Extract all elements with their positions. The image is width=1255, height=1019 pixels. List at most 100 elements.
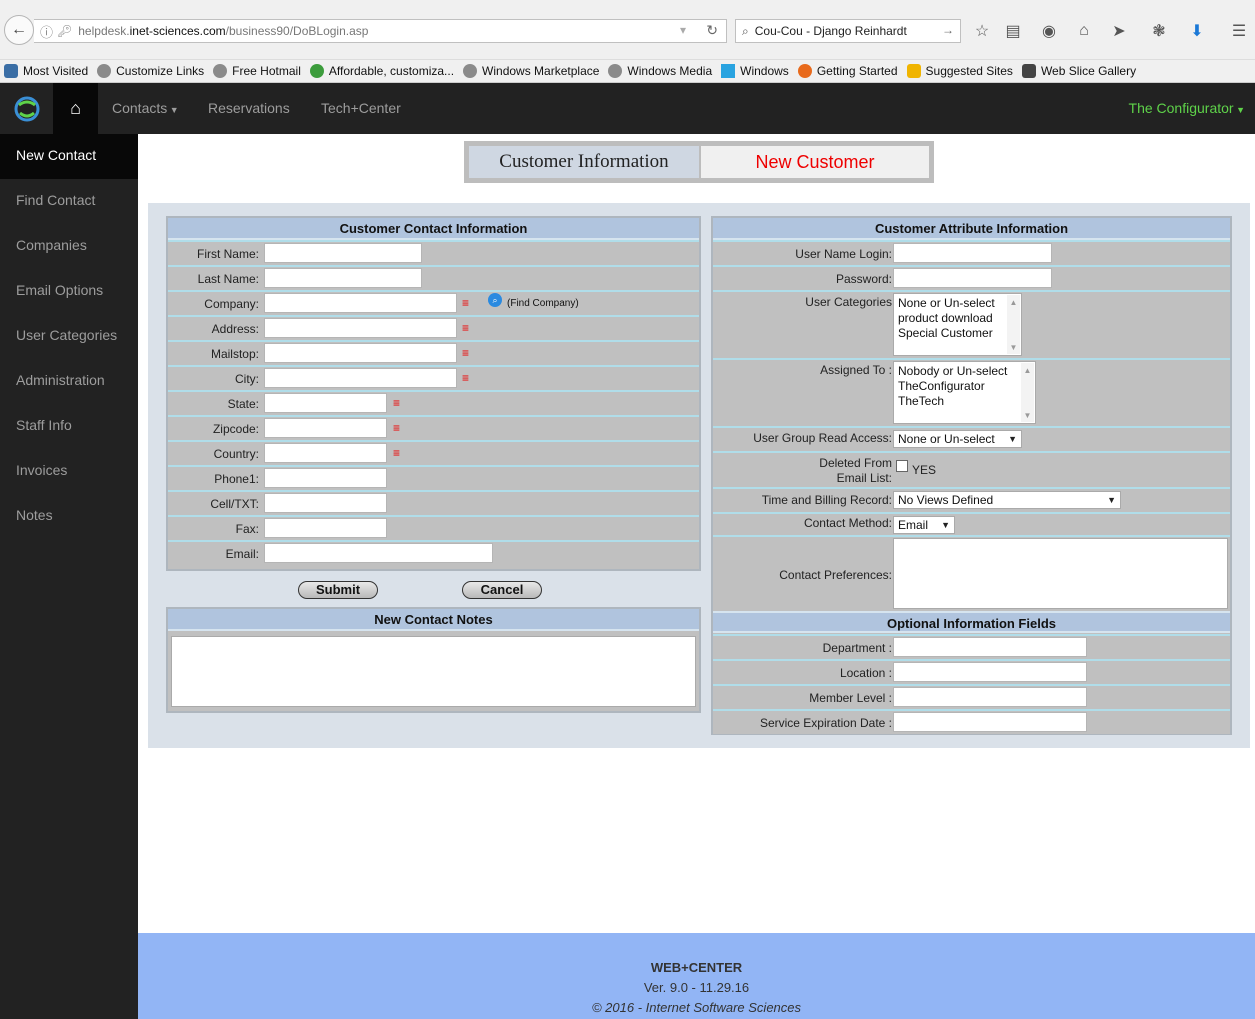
search-bar[interactable]: ⌕ Cou-Cou - Django Reinhardt → (735, 19, 961, 43)
logo-icon (14, 96, 39, 121)
city-input[interactable] (264, 368, 457, 388)
sidebar-item-invoices[interactable]: Invoices (0, 449, 138, 494)
sidebar-item-staff-info[interactable]: Staff Info (0, 404, 138, 449)
sidebar-item-administration[interactable]: Administration (0, 359, 138, 404)
pocket-icon[interactable]: ◉ (1038, 20, 1060, 42)
address-input[interactable] (264, 318, 457, 338)
email-input[interactable] (264, 543, 493, 563)
sidebar-item-companies[interactable]: Companies (0, 224, 138, 269)
company-input[interactable] (264, 293, 457, 313)
city-row: City: ≡ (168, 365, 699, 390)
bookmark-getting-started[interactable]: Getting Started (797, 64, 898, 78)
state-row: State: ≡ (168, 390, 699, 415)
sidebar: New Contact Find Contact Companies Email… (0, 134, 138, 1019)
cancel-button[interactable]: Cancel (462, 581, 542, 599)
password-input[interactable] (893, 268, 1052, 288)
bookmark-windows-marketplace[interactable]: Windows Marketplace (463, 64, 599, 78)
search-go-icon[interactable]: → (942, 23, 954, 37)
user-categories-option[interactable]: Special Customer (898, 326, 1017, 341)
submit-button[interactable]: Submit (298, 581, 378, 599)
location-input[interactable] (893, 662, 1087, 682)
sidebar-item-find-contact[interactable]: Find Contact (0, 179, 138, 224)
user-login-input[interactable] (893, 243, 1052, 263)
sidebar-item-notes[interactable]: Notes (0, 494, 138, 539)
assigned-to-listbox[interactable]: Nobody or Un-select TheConfigurator TheT… (893, 361, 1036, 424)
deleted-checkbox[interactable] (896, 460, 908, 472)
url-dropdown-icon[interactable]: ▾ (680, 23, 686, 37)
contact-prefs-textarea[interactable] (893, 538, 1228, 609)
assigned-to-row: Assigned To : Nobody or Un-select TheCon… (713, 358, 1230, 426)
phone1-input[interactable] (264, 468, 387, 488)
footer-copyright: © 2016 - Internet Software Sciences (591, 1000, 802, 1015)
mailstop-input[interactable] (264, 343, 457, 363)
nav-home-button[interactable]: ⌂ (53, 83, 98, 134)
fax-input[interactable] (264, 518, 387, 538)
menu-icon[interactable]: ☰ (1228, 20, 1250, 42)
fax-label: Fax: (235, 522, 259, 536)
assigned-to-option[interactable]: TheConfigurator (898, 379, 1031, 394)
nav-user-menu[interactable]: The Configurator ▼ (1129, 100, 1245, 116)
group-read-select[interactable]: None or Un-select ▼ (893, 430, 1022, 448)
assigned-to-option[interactable]: TheTech (898, 394, 1031, 409)
sidebar-item-email-options[interactable]: Email Options (0, 269, 138, 314)
download-icon[interactable]: ⬇ (1186, 20, 1208, 42)
nav-techcenter[interactable]: Tech+Center (321, 100, 401, 116)
department-input[interactable] (893, 637, 1087, 657)
reading-list-icon[interactable]: ▤ (1002, 20, 1024, 42)
zipcode-label: Zipcode: (212, 422, 259, 436)
contact-prefs-label: Contact Preferences: (779, 568, 892, 582)
first-name-row: First Name: (168, 240, 699, 265)
listbox-scrollbar[interactable]: ▲ ▼ (1021, 363, 1034, 422)
find-company-link[interactable]: (Find Company) (507, 298, 579, 309)
home-icon[interactable]: ⌂ (1073, 20, 1095, 42)
member-level-input[interactable] (893, 687, 1087, 707)
bookmark-free-hotmail[interactable]: Free Hotmail (213, 64, 301, 78)
user-login-label: User Name Login: (795, 247, 892, 261)
nav-reservations[interactable]: Reservations (208, 100, 290, 116)
user-categories-option[interactable]: None or Un-select (898, 296, 1017, 311)
time-billing-select[interactable]: No Views Defined ▼ (893, 491, 1121, 509)
bookmark-affordable[interactable]: Affordable, customiza... (309, 64, 454, 78)
extension-icon[interactable]: ❃ (1148, 20, 1170, 42)
cell-input[interactable] (264, 493, 387, 513)
bookmark-windows-media[interactable]: Windows Media (608, 64, 712, 78)
url-bar[interactable]: ⓘ 🔑︎ helpdesk.inet-sciences.com/business… (34, 19, 727, 43)
phone1-row: Phone1: (168, 465, 699, 490)
bookmark-most-visited[interactable]: Most Visited (4, 64, 88, 78)
attribute-panel: Customer Attribute Information User Name… (711, 216, 1232, 735)
last-name-input[interactable] (264, 268, 422, 288)
member-level-row: Member Level : (713, 684, 1230, 709)
user-categories-option[interactable]: product download (898, 311, 1017, 326)
first-name-input[interactable] (264, 243, 422, 263)
send-icon[interactable]: ➤ (1108, 20, 1130, 42)
deleted-yes-label: YES (912, 463, 937, 477)
bookmark-suggested-sites[interactable]: Suggested Sites (906, 64, 1013, 78)
back-button[interactable]: ← (4, 15, 34, 45)
last-name-row: Last Name: (168, 265, 699, 290)
tab-customer-information: Customer Information (469, 146, 699, 178)
user-categories-listbox[interactable]: None or Un-select product download Speci… (893, 293, 1022, 356)
bookmark-web-slice-gallery[interactable]: Web Slice Gallery (1021, 64, 1136, 78)
required-icon: ≡ (393, 446, 401, 460)
star-icon[interactable]: ☆ (971, 20, 993, 42)
city-label: City: (235, 372, 259, 386)
zipcode-input[interactable] (264, 418, 387, 438)
reload-icon[interactable]: ↻ (706, 22, 718, 39)
listbox-scrollbar[interactable]: ▲ ▼ (1007, 295, 1020, 354)
state-input[interactable] (264, 393, 387, 413)
service-exp-input[interactable] (893, 712, 1087, 732)
sidebar-item-user-categories[interactable]: User Categories (0, 314, 138, 359)
email-label: Email: (225, 547, 259, 561)
nav-contacts[interactable]: Contacts ▼ (112, 100, 179, 116)
bookmark-windows[interactable]: Windows (721, 64, 789, 78)
notes-textarea[interactable] (171, 636, 696, 707)
country-input[interactable] (264, 443, 387, 463)
contact-panel-title: Customer Contact Information (168, 218, 699, 240)
sidebar-item-new-contact[interactable]: New Contact (0, 134, 138, 179)
user-categories-row: User Categories None or Un-select produc… (713, 290, 1230, 358)
assigned-to-option[interactable]: Nobody or Un-select (898, 364, 1031, 379)
bookmark-customize-links[interactable]: Customize Links (97, 64, 204, 78)
find-company-icon[interactable]: ⌕ (488, 293, 502, 307)
contact-method-select[interactable]: Email ▼ (893, 516, 955, 534)
app-logo[interactable] (0, 83, 53, 134)
